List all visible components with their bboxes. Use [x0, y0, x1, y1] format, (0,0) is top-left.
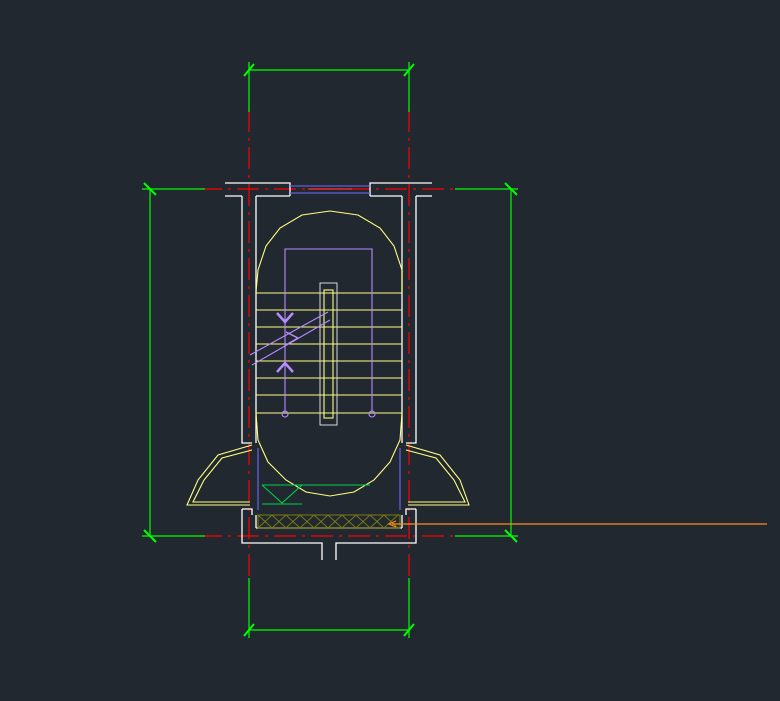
- dimension-lines: [142, 62, 518, 638]
- leader-line: [387, 520, 767, 528]
- floor-grate: [257, 514, 401, 529]
- stair-treads: [186, 210, 470, 506]
- cad-drawing-canvas[interactable]: [0, 0, 780, 701]
- window-glazing: [257, 185, 401, 510]
- walking-line: [249, 248, 376, 418]
- axis-lines: [200, 110, 460, 580]
- landing-symbol: [261, 484, 370, 505]
- walls: [225, 182, 432, 560]
